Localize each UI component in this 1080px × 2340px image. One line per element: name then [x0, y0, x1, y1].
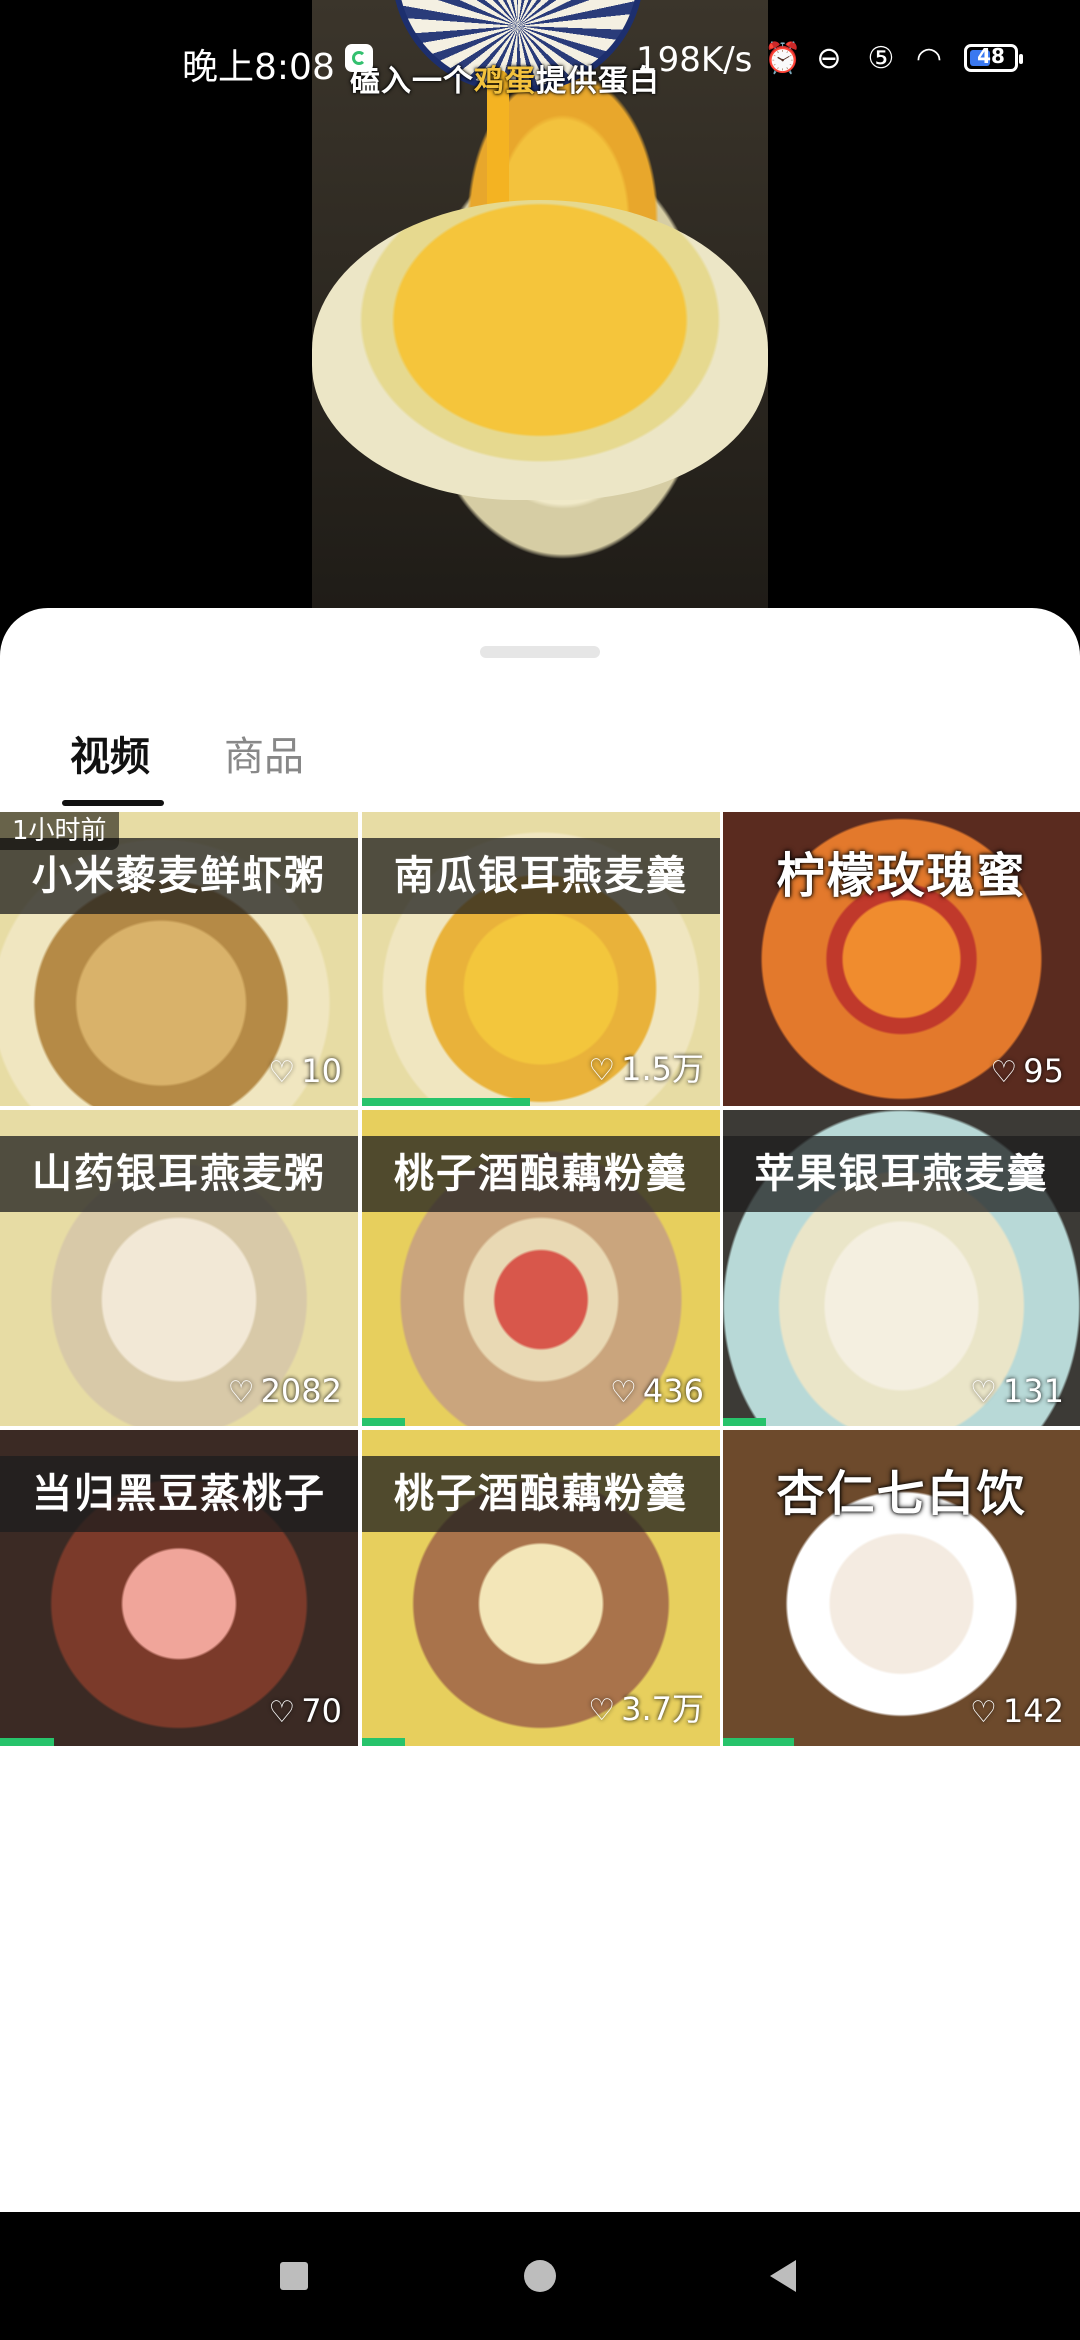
heart-icon: ♡: [970, 1695, 997, 1730]
video-card[interactable]: 杏仁七白饮 ♡ 142: [723, 1430, 1080, 1746]
watch-progress-bar: [723, 1418, 766, 1426]
like-count: ♡ 95: [990, 1052, 1064, 1090]
like-count-value: 436: [642, 1372, 704, 1410]
video-card[interactable]: 桃子酒酿藕粉羹 ♡ 436: [362, 1110, 720, 1426]
video-title: 杏仁七白饮: [776, 1466, 1027, 1522]
video-title: 柠檬玫瑰蜜: [776, 848, 1027, 904]
like-count-value: 3.7万: [621, 1690, 704, 1728]
video-card[interactable]: 山药银耳燕麦粥 ♡ 2082: [0, 1110, 358, 1426]
like-count: ♡ 436: [610, 1372, 704, 1410]
heart-icon: ♡: [990, 1055, 1018, 1090]
watch-progress-bar: [723, 1738, 795, 1746]
video-title: 桃子酒酿藕粉羹: [362, 1456, 720, 1532]
like-count-value: 95: [1023, 1052, 1064, 1090]
system-nav-bar: [0, 2212, 1080, 2340]
like-count: ♡ 3.7万: [588, 1684, 704, 1730]
watch-progress-bar: [362, 1738, 405, 1746]
heart-icon: ♡: [268, 1695, 296, 1730]
video-card[interactable]: 小米藜麦鲜虾粥 1小时前 ♡ 10: [0, 812, 358, 1106]
video-card[interactable]: 南瓜银耳燕麦羹 ♡ 1.5万: [362, 812, 720, 1106]
heart-icon: ♡: [588, 1693, 616, 1728]
heart-icon: ♡: [268, 1055, 296, 1090]
video-card[interactable]: 柠檬玫瑰蜜 ♡ 95: [723, 812, 1080, 1106]
app-notification-icon: [345, 44, 373, 72]
status-time: 晚上8:08: [182, 47, 335, 88]
dnd-icon: ⊖: [816, 41, 842, 76]
recent-apps-button[interactable]: [280, 2262, 308, 2290]
video-card[interactable]: 桃子酒酿藕粉羹 ♡ 3.7万: [362, 1430, 720, 1746]
alarm-icon: ⏰: [764, 41, 802, 76]
pot-image: [312, 200, 768, 500]
like-count: ♡ 131: [970, 1372, 1064, 1410]
like-count: ♡ 1.5万: [588, 1044, 704, 1090]
heart-icon: ♡: [227, 1375, 255, 1410]
video-card[interactable]: 苹果银耳燕麦羹 ♡ 131: [723, 1110, 1080, 1426]
like-count-value: 2082: [260, 1372, 342, 1410]
status-bar: 晚上8:08 198K/s ⏰ ⊖ ⑤ ◠ 48: [0, 0, 1080, 120]
home-button[interactable]: [524, 2260, 556, 2292]
back-button[interactable]: [770, 2260, 796, 2292]
network-speed: 198K/s: [636, 40, 753, 80]
like-count: ♡ 142: [970, 1692, 1064, 1730]
video-title: 当归黑豆蒸桃子: [0, 1456, 358, 1532]
active-tab-indicator: [62, 800, 164, 806]
like-count-value: 131: [1002, 1372, 1064, 1410]
video-title: 山药银耳燕麦粥: [0, 1136, 358, 1212]
like-count-value: 142: [1002, 1692, 1064, 1730]
like-count: ♡ 2082: [228, 1372, 342, 1410]
heart-icon: ♡: [588, 1053, 616, 1088]
like-count-value: 70: [301, 1692, 342, 1730]
video-title: 苹果银耳燕麦羹: [723, 1136, 1080, 1212]
like-count-value: 10: [301, 1052, 342, 1090]
video-title: 桃子酒酿藕粉羹: [362, 1136, 720, 1212]
like-count: ♡ 10: [268, 1052, 342, 1090]
video-card[interactable]: 当归黑豆蒸桃子 ♡ 70: [0, 1430, 358, 1746]
battery-level: 48: [977, 44, 1005, 68]
like-count: ♡ 70: [268, 1692, 342, 1730]
watch-progress-bar: [362, 1418, 405, 1426]
heart-icon: ♡: [610, 1375, 637, 1410]
video-title: 南瓜银耳燕麦羹: [362, 838, 720, 914]
tab-video[interactable]: 视频: [70, 724, 150, 782]
time-badge: 1小时前: [0, 812, 119, 850]
drag-handle[interactable]: [480, 646, 600, 658]
video-grid: 小米藜麦鲜虾粥 1小时前 ♡ 10 南瓜银耳燕麦羹 ♡ 1.5万 柠檬玫瑰蜜 ♡ 95 山药银耳燕麦…: [0, 812, 1080, 2212]
battery-icon: 48: [964, 44, 1023, 72]
vpn-icon: ⑤: [867, 41, 895, 76]
tab-product[interactable]: 商品: [224, 724, 304, 782]
tab-bar: 视频 商品: [0, 724, 1080, 814]
watch-progress-bar: [0, 1738, 54, 1746]
heart-icon: ♡: [970, 1375, 997, 1410]
like-count-value: 1.5万: [621, 1050, 704, 1088]
bottom-sheet: 视频 商品 小米藜麦鲜虾粥 1小时前 ♡ 10 南瓜银耳燕麦羹 ♡ 1.5万 柠檬玫瑰蜜 ♡ 95…: [0, 608, 1080, 2212]
watch-progress-bar: [362, 1098, 531, 1106]
wifi-icon: ◠: [915, 41, 943, 76]
